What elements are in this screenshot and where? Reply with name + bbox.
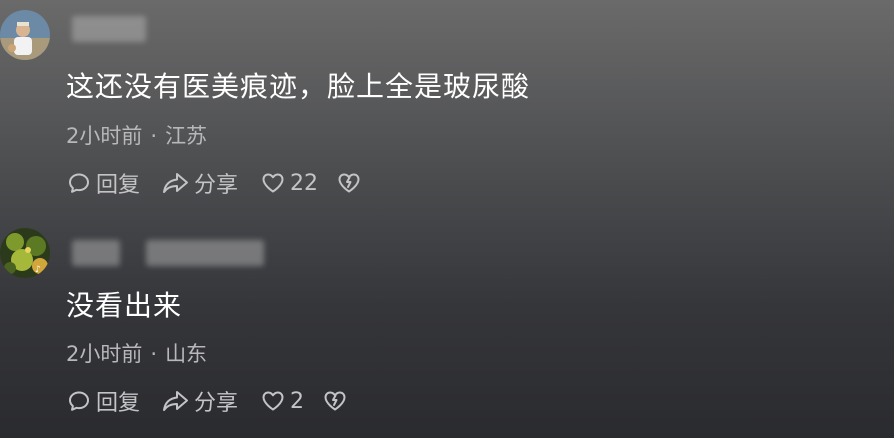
share-button[interactable]: 分享 bbox=[160, 167, 238, 199]
comment-text: 没看出来 bbox=[66, 289, 183, 322]
heart-icon bbox=[262, 391, 284, 411]
avatar[interactable] bbox=[0, 10, 50, 60]
meta-separator: · bbox=[150, 124, 158, 148]
comment-time: 2小时前 bbox=[66, 124, 143, 148]
reply-icon bbox=[69, 391, 89, 411]
share-label: 分享 bbox=[194, 173, 239, 198]
reply-label: 回复 bbox=[96, 173, 141, 198]
like-button[interactable]: 2 bbox=[260, 388, 304, 414]
dislike-button[interactable] bbox=[336, 170, 366, 196]
comment-text: 这还没有医美痕迹，脸上全是玻尿酸 bbox=[66, 70, 531, 103]
reply-button[interactable]: 回复 bbox=[66, 167, 140, 199]
share-button[interactable]: 分享 bbox=[160, 385, 238, 417]
comment-location: 江苏 bbox=[165, 124, 208, 148]
like-button[interactable]: 22 bbox=[260, 170, 318, 196]
comment-time: 2小时前 bbox=[66, 342, 143, 366]
reply-button[interactable]: 回复 bbox=[66, 385, 140, 417]
heart-icon bbox=[262, 173, 284, 193]
reply-icon bbox=[69, 173, 89, 193]
svg-text:♪: ♪ bbox=[35, 265, 41, 275]
dislike-icon bbox=[324, 391, 346, 411]
dislike-button[interactable] bbox=[322, 388, 352, 414]
username-redacted[interactable] bbox=[72, 240, 120, 266]
like-count: 22 bbox=[290, 170, 319, 196]
comment-meta: 2小时前 · 江苏 bbox=[66, 120, 207, 150]
comment-location: 山东 bbox=[165, 342, 208, 366]
like-count: 2 bbox=[290, 388, 305, 414]
reply-label: 回复 bbox=[96, 391, 141, 416]
meta-separator: · bbox=[150, 342, 158, 366]
share-icon bbox=[163, 173, 189, 193]
comment-actions: 回复 分享 22 bbox=[66, 168, 366, 198]
username-redacted[interactable] bbox=[146, 240, 264, 266]
share-label: 分享 bbox=[194, 391, 239, 416]
share-icon bbox=[163, 391, 189, 411]
comment-actions: 回复 分享 2 bbox=[66, 386, 352, 416]
dislike-icon bbox=[338, 173, 360, 193]
avatar[interactable]: ♪ bbox=[0, 228, 50, 278]
username-redacted[interactable] bbox=[72, 16, 146, 42]
comment-meta: 2小时前 · 山东 bbox=[66, 338, 207, 368]
